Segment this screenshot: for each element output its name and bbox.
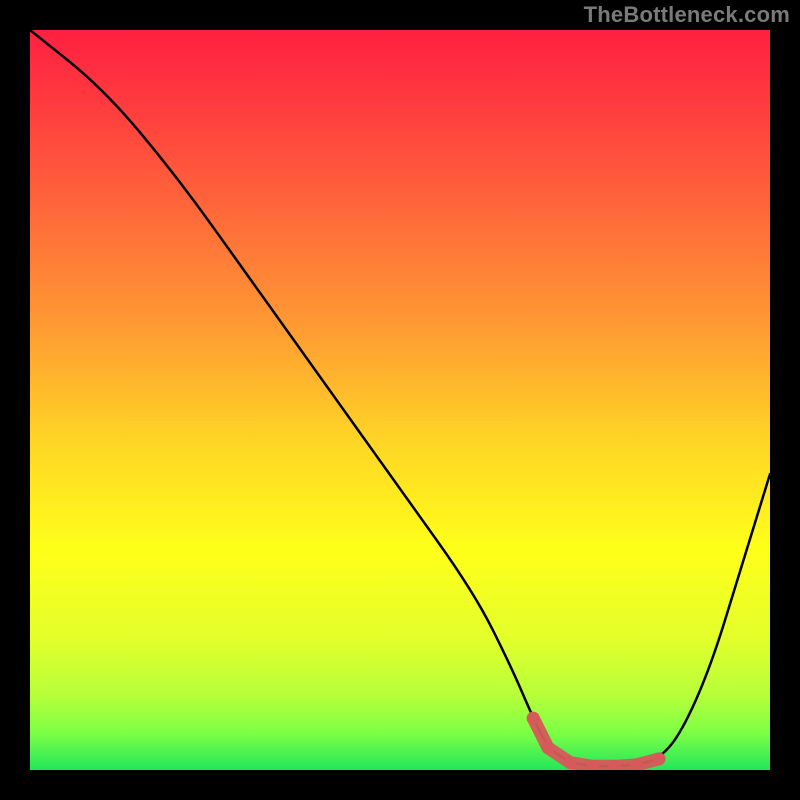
chart-svg — [30, 30, 770, 770]
watermark-text: TheBottleneck.com — [584, 2, 790, 28]
chart-root: TheBottleneck.com — [0, 0, 800, 800]
optimal-marker — [542, 741, 555, 754]
optimal-marker — [653, 752, 666, 765]
optimal-marker — [564, 756, 577, 769]
optimal-marker — [527, 712, 540, 725]
gradient-background — [30, 30, 770, 770]
plot-area — [30, 30, 770, 770]
